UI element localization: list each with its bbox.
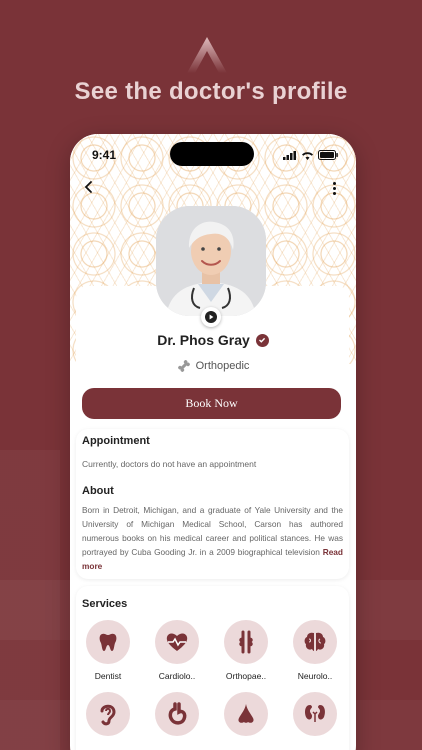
appointment-title: Appointment [82, 435, 150, 447]
service-circle [224, 620, 268, 664]
service-circle [293, 620, 337, 664]
service-circle [86, 620, 130, 664]
about-text-block: Born in Detroit, Michigan, and a graduat… [82, 503, 343, 573]
chevron-up-icon [187, 37, 227, 73]
signal-icon [283, 150, 296, 160]
service-rhinology[interactable] [216, 692, 276, 743]
service-label: Neurolo.. [297, 671, 333, 681]
service-cardiology[interactable]: Cardiolo.. [147, 620, 207, 681]
phone-frame: 9:41 Dr. Phos Gray Orthopedic Book Now A… [70, 134, 356, 750]
stomach-icon [168, 702, 187, 725]
service-orthopaedics[interactable]: Orthopae.. [216, 620, 276, 681]
kidney-icon [305, 705, 325, 722]
status-icons [283, 150, 338, 160]
chevron-left-icon [84, 181, 92, 193]
doctor-name: Dr. Phos Gray [157, 332, 250, 348]
service-circle [293, 692, 337, 736]
service-label: Dentist [94, 671, 122, 681]
headline: See the doctor's profile [74, 78, 348, 105]
service-label: Cardiolo.. [158, 671, 196, 681]
tooth-icon [99, 633, 117, 651]
doctor-avatar [156, 206, 266, 316]
play-icon [205, 311, 217, 323]
battery-icon [318, 150, 338, 160]
doctor-specialty: Orthopedic [195, 360, 250, 372]
service-circle [155, 620, 199, 664]
about-title: About [82, 485, 114, 497]
info-card: Appointment Currently, doctors do not ha… [76, 429, 349, 579]
book-now-button[interactable]: Book Now [82, 388, 341, 419]
more-options-button[interactable] [324, 178, 344, 198]
dynamic-island [170, 142, 254, 166]
play-video-button[interactable] [201, 307, 221, 327]
service-neurology[interactable]: Neurolo.. [285, 620, 345, 681]
heart-pulse-icon [166, 633, 188, 651]
ear-icon [100, 704, 116, 726]
doctor-name-row: Dr. Phos Gray [70, 332, 356, 348]
service-label: Orthopae.. [225, 671, 267, 681]
bone-icon [177, 360, 190, 372]
service-gastro[interactable] [147, 692, 207, 743]
services-title: Services [82, 598, 128, 610]
service-circle [155, 692, 199, 736]
service-ent[interactable] [78, 692, 138, 743]
bone-joint-icon [239, 630, 253, 654]
wifi-icon [302, 151, 313, 160]
verified-badge-icon [255, 333, 269, 347]
more-dot-icon [332, 186, 336, 190]
appointment-text: Currently, doctors do not have an appoin… [82, 459, 257, 469]
service-dentist[interactable]: Dentist [78, 620, 138, 681]
service-nephrology[interactable] [285, 692, 345, 743]
nose-icon [238, 704, 254, 723]
services-card: Services Dentist Cardiolo.. Orthopae.. N… [76, 586, 349, 750]
service-circle [86, 692, 130, 736]
more-dot-icon [332, 181, 336, 185]
status-time: 9:41 [92, 148, 117, 162]
back-button[interactable] [82, 178, 102, 198]
specialty-row: Orthopedic [70, 359, 356, 373]
brain-icon [304, 632, 326, 651]
about-text: Born in Detroit, Michigan, and a graduat… [82, 505, 343, 557]
service-circle [224, 692, 268, 736]
more-dot-icon [332, 191, 336, 195]
